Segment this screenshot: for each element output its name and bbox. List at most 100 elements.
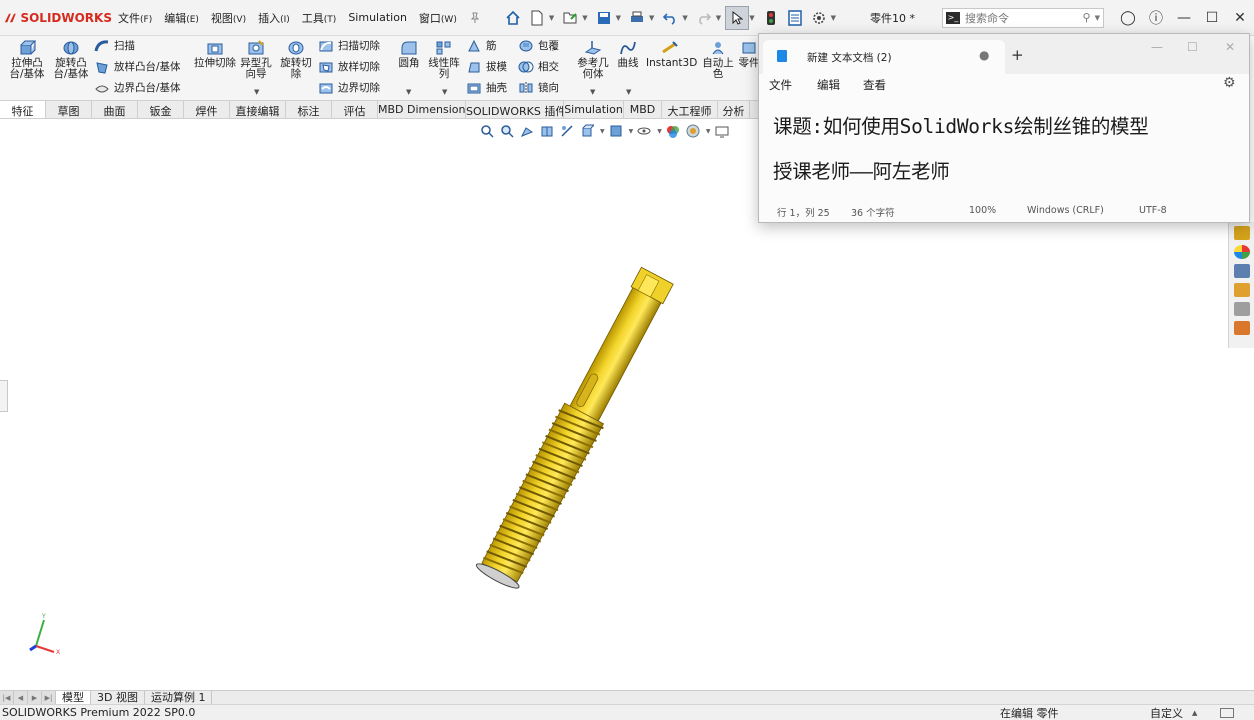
tab-mbd[interactable]: MBD: [624, 101, 662, 118]
sweep-cut-button[interactable]: 扫描切除: [318, 38, 380, 53]
help-icon[interactable]: ⓘ: [1142, 8, 1170, 28]
chevron-up-icon[interactable]: ▲: [1192, 709, 1197, 717]
chevron-down-icon[interactable]: ▼: [549, 14, 554, 22]
appearances-icon[interactable]: [1233, 245, 1250, 259]
new-document-icon[interactable]: [528, 9, 546, 27]
options-gear-icon[interactable]: [810, 9, 828, 27]
chevron-down-icon[interactable]: ▼: [657, 128, 662, 135]
solidworks-resources-icon[interactable]: [1233, 226, 1250, 240]
zero-button[interactable]: 零件: [738, 40, 760, 69]
view-palette-icon[interactable]: [1233, 302, 1250, 316]
undo-icon[interactable]: [661, 9, 679, 27]
tap-3d-model[interactable]: [440, 250, 700, 630]
home-icon[interactable]: [504, 9, 522, 27]
chevron-down-icon[interactable]: ▼: [406, 88, 411, 96]
tab-mbd-dimensions[interactable]: MBD Dimensions: [378, 101, 466, 118]
view-orientation-icon[interactable]: [580, 124, 596, 138]
menu-simulation[interactable]: Simulation: [342, 11, 413, 24]
minimize-button[interactable]: —: [1170, 10, 1198, 26]
draft-button[interactable]: 拔模: [466, 59, 507, 74]
file-properties-icon[interactable]: [786, 9, 804, 27]
chevron-down-icon[interactable]: ▼: [1095, 14, 1100, 22]
notepad-close-button[interactable]: ✕: [1225, 40, 1235, 54]
feature-manager-collapse-handle[interactable]: [0, 380, 8, 412]
notepad-text-area[interactable]: 课题:如何使用SolidWorks绘制丝锥的模型 授课老师——阿左老师: [773, 104, 1243, 194]
menu-tools[interactable]: 工具(T): [296, 10, 343, 26]
zoom-to-area-icon[interactable]: [500, 124, 514, 138]
chevron-down-icon[interactable]: ▼: [682, 14, 687, 22]
chevron-down-icon[interactable]: ▼: [626, 88, 631, 96]
notepad-menu-file[interactable]: 文件: [769, 77, 792, 93]
tab-sketch[interactable]: 草图: [46, 101, 92, 118]
menu-insert[interactable]: 插入(I): [252, 10, 296, 26]
shell-button[interactable]: 抽壳: [466, 80, 507, 95]
chevron-down-icon[interactable]: ▼: [590, 88, 595, 96]
first-tab-icon[interactable]: |◀: [0, 690, 14, 705]
apply-scene-icon[interactable]: [686, 124, 700, 138]
chevron-down-icon[interactable]: ▼: [831, 14, 836, 22]
chevron-down-icon[interactable]: ▼: [706, 128, 711, 135]
intersect-button[interactable]: 相交: [518, 59, 559, 74]
boundary-cut-button[interactable]: 边界切除: [318, 80, 380, 95]
chevron-down-icon[interactable]: ▼: [716, 14, 721, 22]
revolve-boss-button[interactable]: 旋转凸台/基体: [50, 40, 92, 80]
tab-simulation[interactable]: Simulation: [564, 101, 624, 118]
notepad-menu-view[interactable]: 查看: [863, 77, 886, 93]
edit-appearance-icon[interactable]: [666, 124, 680, 138]
tab-evaluate[interactable]: 评估: [332, 101, 378, 118]
open-icon[interactable]: [561, 9, 579, 27]
file-explorer-icon[interactable]: [1233, 283, 1250, 297]
menu-window[interactable]: 窗口(W): [413, 10, 463, 26]
loft-cut-button[interactable]: 放样切除: [318, 59, 380, 74]
fillet-button[interactable]: 圆角: [394, 40, 424, 69]
tab-sheet-metal[interactable]: 钣金: [138, 101, 184, 118]
notepad-settings-gear-icon[interactable]: ⚙: [1223, 75, 1236, 91]
notepad-maximize-button[interactable]: ☐: [1187, 40, 1198, 54]
print-icon[interactable]: [628, 9, 646, 27]
mirror-button[interactable]: 镜向: [518, 80, 559, 95]
hole-wizard-button[interactable]: 异型孔向导: [236, 40, 276, 80]
section-view-icon[interactable]: [540, 124, 554, 138]
linear-pattern-button[interactable]: 线性阵列: [426, 40, 462, 80]
notepad-minimize-button[interactable]: —: [1151, 40, 1163, 54]
close-button[interactable]: ✕: [1226, 10, 1254, 26]
design-library-icon[interactable]: [1233, 264, 1250, 278]
tab-model[interactable]: 模型: [56, 690, 91, 705]
tab-markup[interactable]: 标注: [286, 101, 332, 118]
units-custom[interactable]: 自定义: [1150, 705, 1183, 720]
auto-color-button[interactable]: 自动上色: [698, 40, 738, 80]
keyboard-icon[interactable]: [1220, 708, 1234, 718]
menu-view[interactable]: 视图(V): [205, 10, 252, 26]
menu-edit[interactable]: 编辑(E): [158, 10, 205, 26]
notepad-tab[interactable]: 新建 文本文档 (2) ●: [763, 40, 1005, 74]
tab-surfaces[interactable]: 曲面: [92, 101, 138, 118]
reference-geometry-button[interactable]: 参考几何体: [574, 40, 612, 80]
chevron-down-icon[interactable]: ▼: [616, 14, 621, 22]
rebuild-traffic-light-icon[interactable]: [762, 9, 780, 27]
save-icon[interactable]: [595, 9, 613, 27]
extrude-cut-button[interactable]: 拉伸切除: [194, 40, 236, 69]
chevron-down-icon[interactable]: ▼: [254, 88, 259, 96]
revolve-cut-button[interactable]: 旋转切除: [276, 40, 316, 80]
chevron-down-icon[interactable]: ▼: [600, 128, 605, 135]
curves-button[interactable]: 曲线: [614, 40, 642, 69]
tab-features[interactable]: 特征: [0, 101, 46, 118]
boundary-boss-button[interactable]: 边界凸台/基体: [94, 80, 181, 95]
tab-direct-editing[interactable]: 直接编辑: [230, 101, 286, 118]
display-style-icon[interactable]: [609, 124, 623, 138]
instant3d-button[interactable]: Instant3D: [646, 40, 697, 69]
previous-view-icon[interactable]: [520, 124, 534, 138]
prev-tab-icon[interactable]: ◀: [14, 690, 28, 705]
chevron-down-icon[interactable]: ▼: [649, 14, 654, 22]
chevron-down-icon[interactable]: ▼: [629, 128, 634, 135]
pin-icon[interactable]: [466, 9, 484, 27]
next-tab-icon[interactable]: ▶: [28, 690, 42, 705]
tab-analysis[interactable]: 分析: [718, 101, 750, 118]
hide-show-items-icon[interactable]: [637, 124, 651, 138]
chevron-down-icon[interactable]: ▼: [749, 14, 754, 22]
notepad-menu-edit[interactable]: 编辑: [817, 77, 840, 93]
tab-weldments[interactable]: 焊件: [184, 101, 230, 118]
menu-file[interactable]: 文件(F): [112, 10, 158, 26]
new-tab-button[interactable]: +: [1011, 46, 1024, 64]
tab-solidworks-addins[interactable]: SOLIDWORKS 插件: [466, 101, 564, 118]
